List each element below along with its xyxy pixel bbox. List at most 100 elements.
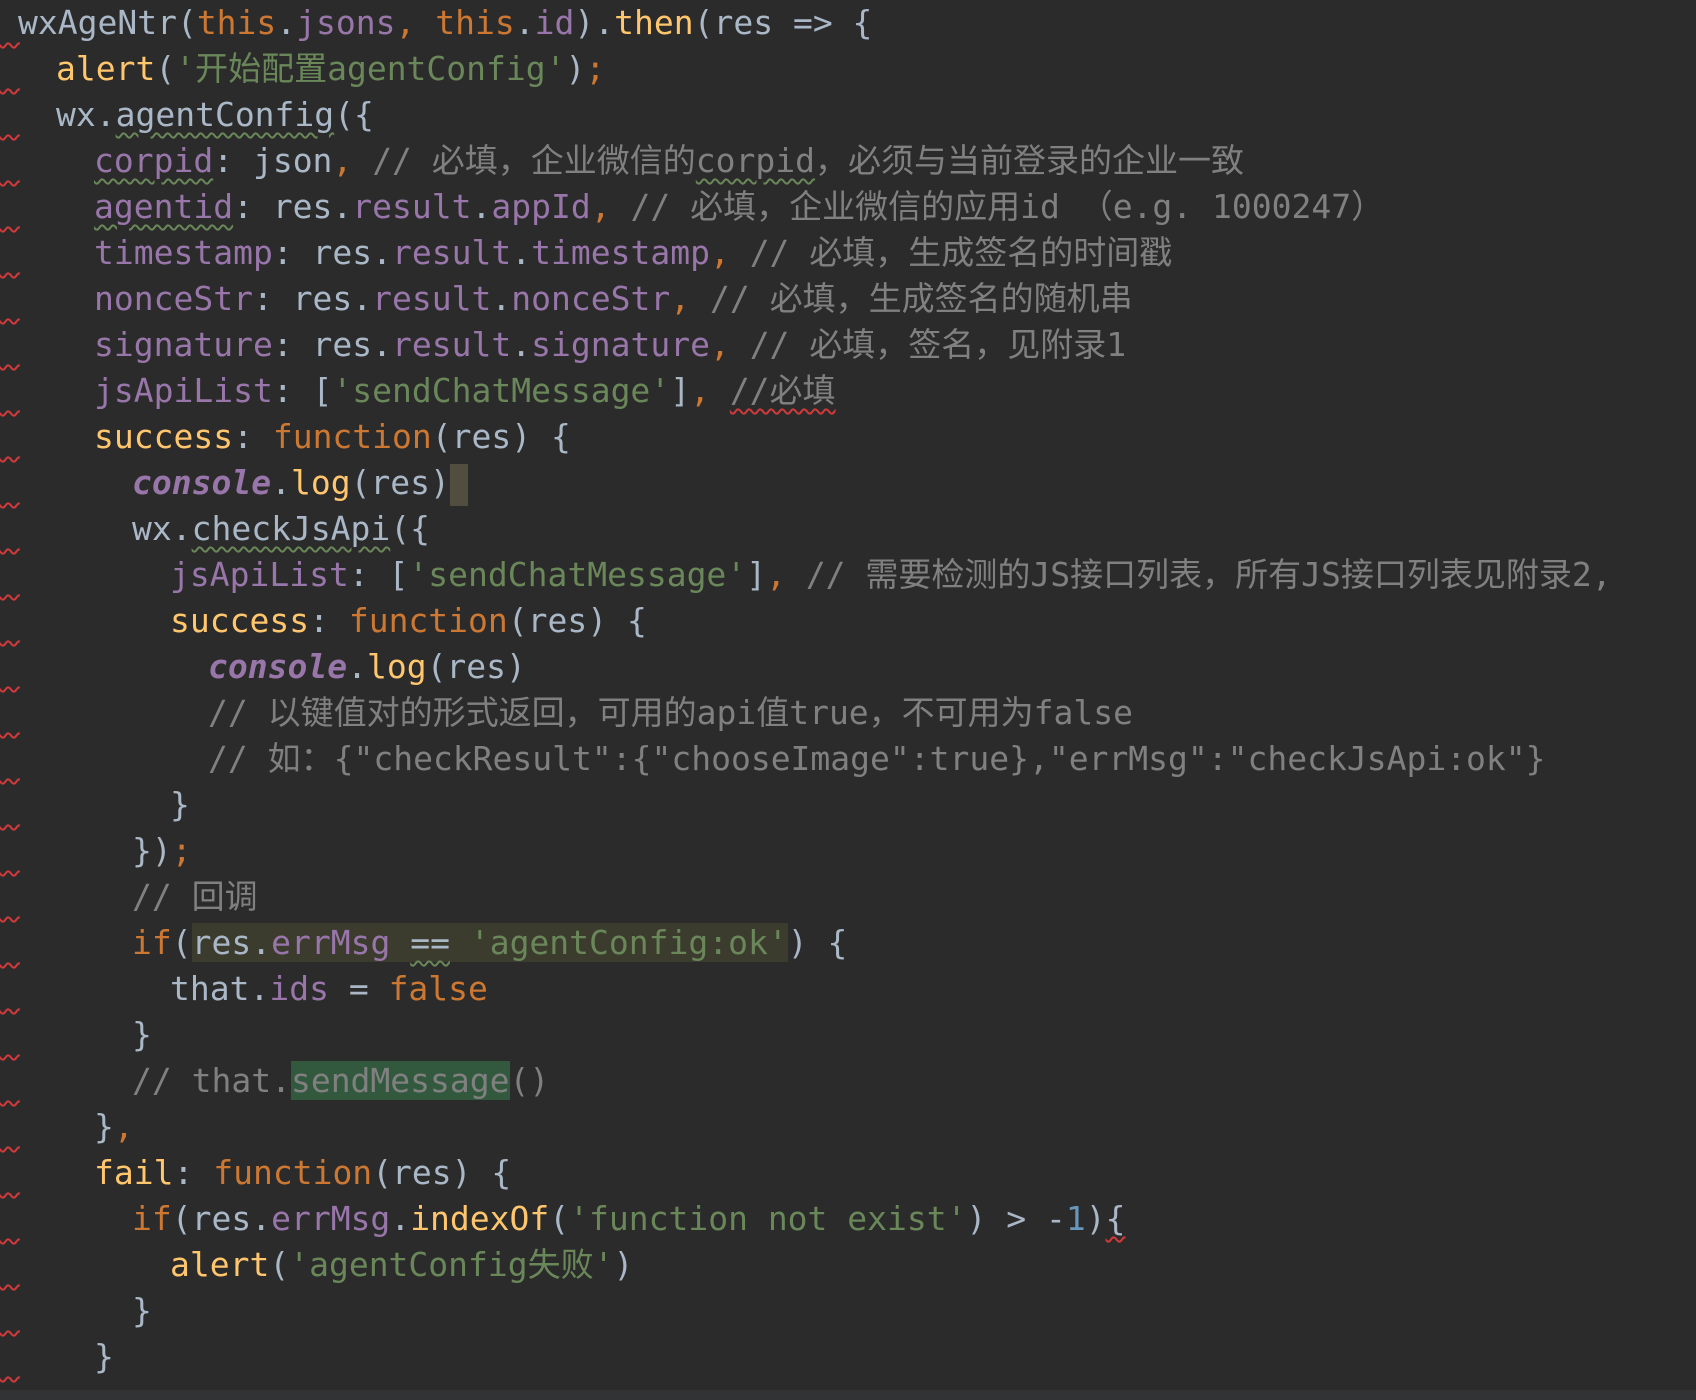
code-token: (res) { (431, 417, 571, 456)
code-token: this (196, 3, 277, 42)
indent-error-squiggle (0, 690, 208, 736)
code-token: , (709, 233, 750, 272)
code-token: . (347, 647, 367, 686)
code-line[interactable]: } (0, 1012, 152, 1058)
code-line[interactable]: corpid: json, // 必填，企业微信的corpid，必须与当前登录的… (0, 138, 1244, 184)
indent-error-squiggle (0, 92, 56, 138)
code-line[interactable]: if(res.errMsg.indexOf('function not exis… (0, 1196, 1125, 1242)
code-token: . (511, 325, 532, 364)
code-token: ] (670, 371, 691, 410)
code-token: () (509, 1061, 550, 1100)
indent-error-squiggle (0, 782, 170, 828)
code-line[interactable]: // 以键值对的形式返回，可用的api值true，不可用为false (0, 690, 1133, 736)
code-token (449, 923, 470, 962)
code-token: : json (213, 141, 333, 180)
code-token: '开始配置agentConfig' (175, 49, 566, 88)
indent-error-squiggle (0, 598, 170, 644)
code-token: , (590, 187, 631, 226)
code-line[interactable]: signature: res.result.signature, // 必填，签… (0, 322, 1126, 368)
code-line[interactable]: success: function(res) { (0, 414, 571, 460)
text-caret (449, 463, 468, 506)
editor-bottom-edge (0, 1390, 1696, 1400)
code-token: , (332, 141, 373, 180)
code-token: nonceStr (94, 279, 253, 318)
code-token: } (132, 1291, 152, 1330)
code-line[interactable]: }); (0, 828, 192, 874)
code-token: //必填 (729, 371, 836, 410)
indent-error-squiggle (0, 1012, 132, 1058)
indent-error-squiggle (0, 506, 132, 552)
code-token: corpid (695, 141, 816, 180)
code-token: ids (269, 969, 329, 1008)
code-token: jsApiList (170, 555, 349, 594)
code-line[interactable]: wx.checkJsApi({ (0, 506, 430, 552)
code-token: alert (56, 49, 156, 88)
code-token: timestamp (531, 233, 710, 272)
code-token: == (410, 923, 450, 962)
code-line[interactable]: } (0, 782, 190, 828)
code-line[interactable]: fail: function(res) { (0, 1150, 511, 1196)
code-editor[interactable]: wxAgeNtr(this.jsons, this.id).then(res =… (0, 0, 1696, 1400)
code-line[interactable]: success: function(res) { (0, 598, 647, 644)
code-line[interactable]: agentid: res.result.appId, // 必填，企业微信的应用… (0, 184, 1384, 230)
code-token: sendMessage (290, 1061, 510, 1100)
indent-error-squiggle (0, 1242, 170, 1288)
code-token: (res) (350, 463, 450, 502)
code-token: ] (746, 555, 767, 594)
code-line[interactable]: // 如：{"checkResult":{"chooseImage":true}… (0, 736, 1546, 782)
code-token: that. (170, 969, 270, 1008)
code-token: // 如：{"checkResult":{"chooseImage":true}… (208, 739, 1546, 778)
code-line[interactable]: timestamp: res.result.timestamp, // 必填，生… (0, 230, 1172, 276)
code-token: indexOf (410, 1199, 550, 1238)
code-line[interactable]: alert('agentConfig失败') (0, 1242, 633, 1288)
code-token: : [ (272, 371, 333, 410)
code-token: ({ (334, 95, 374, 134)
code-token: , (709, 325, 750, 364)
code-line[interactable]: jsApiList: ['sendChatMessage'], // 需要检测的… (0, 552, 1612, 598)
code-line[interactable]: wxAgeNtr(this.jsons, this.id).then(res =… (0, 0, 872, 46)
code-line[interactable]: if(res.errMsg == 'agentConfig:ok') { (0, 920, 847, 966)
code-line[interactable]: wx.agentConfig({ (0, 92, 374, 138)
code-token: 'agentConfig失败' (289, 1245, 614, 1284)
code-token: jsons (296, 3, 396, 42)
code-token: log (290, 463, 351, 502)
code-token (390, 923, 411, 962)
code-token: 'sendChatMessage' (332, 371, 671, 410)
code-token: } (94, 1337, 114, 1376)
code-token: ) > - (966, 1199, 1066, 1238)
code-token: checkJsApi (191, 509, 391, 548)
code-token: : (233, 417, 273, 456)
indent-error-squiggle (0, 0, 18, 46)
code-token: function (272, 417, 432, 456)
code-line[interactable]: // that.sendMessage() (0, 1058, 549, 1104)
code-token: // 以键值对的形式返回，可用的api值true，不可用为false (208, 693, 1134, 732)
code-line[interactable]: // 回调 (0, 874, 258, 920)
indent-error-squiggle (0, 414, 94, 460)
code-line[interactable]: nonceStr: res.result.nonceStr, // 必填，生成签… (0, 276, 1133, 322)
indent-error-squiggle (0, 322, 94, 368)
code-line[interactable]: }, (0, 1104, 134, 1150)
code-line[interactable]: } (0, 1334, 114, 1380)
code-token: ( (155, 49, 176, 88)
code-line[interactable]: alert('开始配置agentConfig'); (0, 46, 605, 92)
code-token: signature (94, 325, 273, 364)
code-token: }) (132, 831, 172, 870)
code-token: } (132, 1015, 152, 1054)
code-token: fail (94, 1153, 174, 1192)
code-line[interactable]: jsApiList: ['sendChatMessage'], //必填 (0, 368, 836, 414)
code-line[interactable]: console.log(res) (0, 460, 468, 506)
code-line[interactable]: that.ids = false (0, 966, 488, 1012)
code-line[interactable]: } (0, 1288, 152, 1334)
code-token: console (132, 463, 272, 502)
code-line[interactable]: console.log(res) (0, 644, 526, 690)
code-token: ) { (787, 923, 848, 962)
code-token: // 必填，生成签名的随机串 (709, 279, 1133, 318)
code-token: timestamp (94, 233, 273, 272)
code-token: corpid (94, 141, 214, 180)
code-token: 'agentConfig:ok' (469, 923, 788, 962)
code-token: : res. (233, 187, 353, 226)
code-token: appId (491, 187, 591, 226)
code-token: = (328, 969, 389, 1008)
code-token: // 需要检测的JS接口列表，所有JS接口列表见附录2, (805, 555, 1612, 594)
code-token: ) (613, 1245, 634, 1284)
